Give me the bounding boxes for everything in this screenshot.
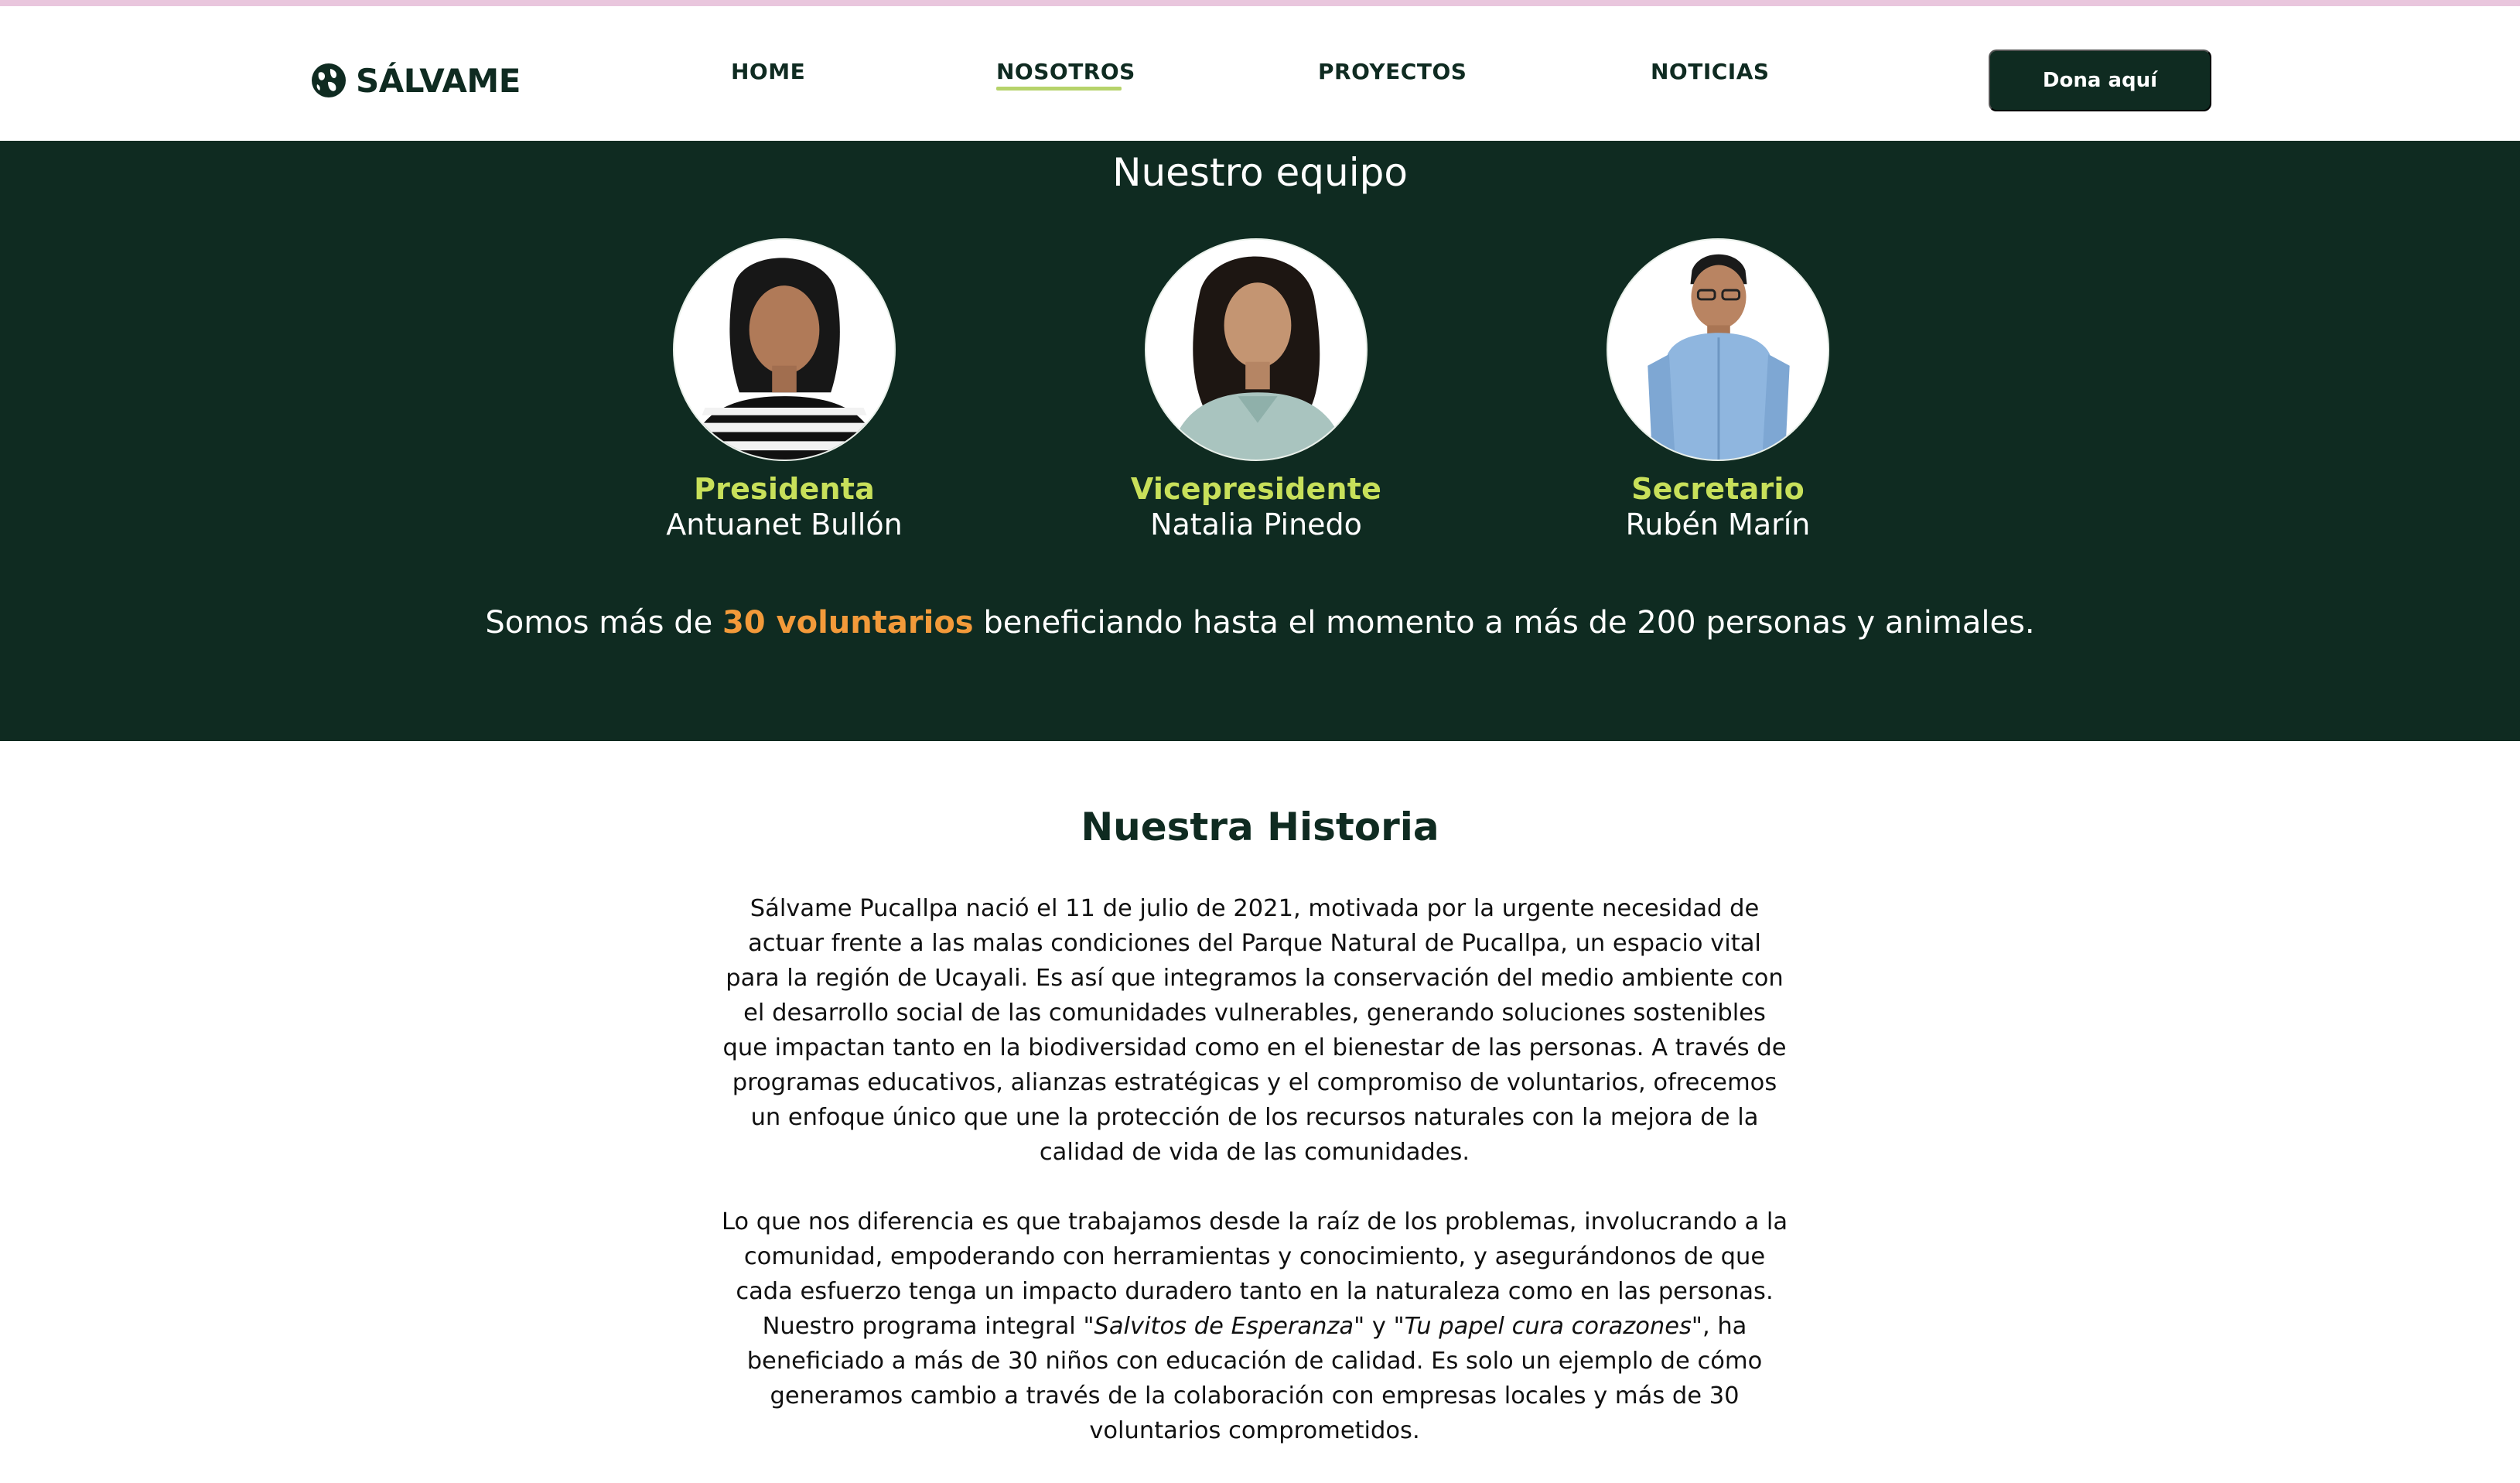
volunteers-text-before: Somos más de bbox=[485, 605, 722, 641]
nav-item-nosotros[interactable]: NOSOTROS bbox=[996, 59, 1135, 84]
nav-item-home[interactable]: HOME bbox=[731, 59, 805, 84]
history-paragraph-1: Sálvame Pucallpa nació el 11 de julio de… bbox=[722, 895, 1787, 1166]
member-role: Secretario bbox=[1631, 472, 1805, 506]
history-body: Sálvame Pucallpa nació el 11 de julio de… bbox=[721, 891, 1788, 1483]
nav-item-noticias[interactable]: NOTICIAS bbox=[1651, 59, 1770, 84]
history-p2-part2: y bbox=[1364, 1313, 1394, 1340]
program-name-tu-papel: "Tu papel cura corazones" bbox=[1393, 1313, 1702, 1340]
volunteers-highlight: 30 voluntarios bbox=[722, 605, 974, 641]
member-photo bbox=[1145, 238, 1368, 461]
history-paragraph-2: Lo que nos diferencia es que trabajamos … bbox=[721, 1205, 1788, 1448]
member-name: Natalia Pinedo bbox=[1150, 507, 1362, 542]
team-member-presidenta: Presidenta Antuanet Bullón bbox=[622, 238, 947, 542]
nav-active-indicator bbox=[996, 87, 1122, 91]
team-member-secretario: Secretario Rubén Marín bbox=[1555, 238, 1880, 542]
member-photo bbox=[673, 238, 896, 461]
team-title: Nuestro equipo bbox=[1112, 150, 1408, 195]
team-section: Nuestro equipo Presidenta Antuanet Bulló… bbox=[0, 141, 2520, 741]
member-name: Rubén Marín bbox=[1625, 507, 1811, 542]
donate-button[interactable]: Dona aquí bbox=[1989, 50, 2211, 111]
member-name: Antuanet Bullón bbox=[666, 507, 903, 542]
member-role: Presidenta bbox=[694, 472, 875, 506]
team-member-vicepresidente: Vicepresidente Natalia Pinedo bbox=[1094, 238, 1419, 542]
program-name-salvitos: "Salvitos de Esperanza" bbox=[1083, 1313, 1365, 1340]
member-photo bbox=[1607, 238, 1829, 461]
volunteers-summary: Somos más de 30 voluntarios beneficiando… bbox=[0, 605, 2520, 641]
top-accent-bar bbox=[0, 0, 2520, 6]
nav-item-proyectos[interactable]: PROYECTOS bbox=[1318, 59, 1467, 84]
member-role: Vicepresidente bbox=[1130, 472, 1382, 506]
volunteers-text-after: beneficiando hasta el momento a más de 2… bbox=[973, 605, 2035, 641]
history-title: Nuestra Historia bbox=[1081, 805, 1439, 849]
site-header: SÁLVAME HOME NOSOTROS PROYECTOS NOTICIAS… bbox=[0, 6, 2520, 141]
